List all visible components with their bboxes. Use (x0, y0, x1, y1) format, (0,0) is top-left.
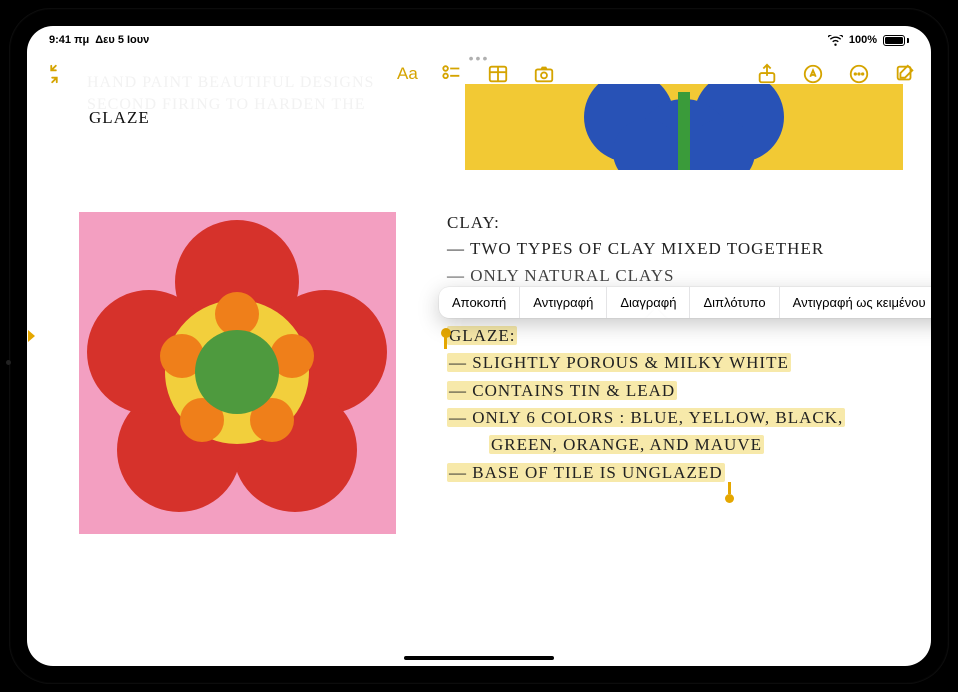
glaze-notes-selected[interactable]: GLAZE: — SLIGHTLY POROUS & MILKY WHITE —… (447, 322, 845, 487)
glaze-line: — ONLY 6 COLORS : BLUE, YELLOW, BLACK, (447, 408, 845, 427)
markup-icon[interactable] (801, 62, 825, 86)
clay-line: — TWO TYPES OF CLAY MIXED TOGETHER (447, 236, 824, 262)
wifi-icon (828, 34, 843, 46)
note-canvas[interactable]: HAND PAINT BEAUTIFUL DESIGNS SECOND FIRI… (27, 90, 931, 666)
ctx-copy[interactable]: Αντιγραφή (520, 287, 607, 318)
status-bar: 9:41 πμ Δευ 5 Ιουν 100% (27, 26, 931, 48)
pink-drawing[interactable] (79, 212, 396, 534)
clay-line: — ONLY NATURAL CLAYS (447, 263, 824, 289)
ipad-frame: 9:41 πμ Δευ 5 Ιουν 100% ••• (9, 8, 949, 684)
glaze-line: — BASE OF TILE IS UNGLAZED (447, 463, 725, 482)
clay-notes[interactable]: CLAY: — TWO TYPES OF CLAY MIXED TOGETHER… (447, 210, 824, 289)
battery-icon (883, 35, 909, 46)
selection-start-handle[interactable] (441, 328, 451, 338)
glaze-heading: GLAZE: (447, 326, 517, 345)
ctx-delete[interactable]: Διαγραφή (607, 287, 690, 318)
sidebar-reveal-handle[interactable] (27, 325, 37, 347)
collapse-fullscreen-icon[interactable] (41, 61, 67, 87)
glaze-line: GREEN, ORANGE, AND MAUVE (489, 435, 764, 454)
checklist-icon[interactable] (440, 62, 464, 86)
ctx-copy-as-text[interactable]: Αντιγραφή ως κειμένου (780, 287, 931, 318)
status-time: 9:41 πμ (49, 34, 89, 46)
camera-icon[interactable] (532, 62, 556, 86)
compose-icon[interactable] (893, 62, 917, 86)
context-menu: Αποκοπή Αντιγραφή Διαγραφή Διπλότυπο Αντ… (439, 287, 931, 318)
selection-end-handle[interactable] (725, 494, 734, 503)
glaze-line: — SLIGHTLY POROUS & MILKY WHITE (447, 353, 791, 372)
battery-percent: 100% (849, 34, 877, 46)
window-dots-icon[interactable]: ••• (469, 50, 490, 66)
table-icon[interactable] (486, 62, 510, 86)
home-indicator[interactable] (404, 656, 554, 660)
screen: 9:41 πμ Δευ 5 Ιουν 100% ••• (27, 26, 931, 666)
top-drawing[interactable] (465, 84, 903, 170)
ctx-cut[interactable]: Αποκοπή (439, 287, 520, 318)
status-date: Δευ 5 Ιουν (95, 34, 149, 46)
text-format-icon[interactable]: Aa (397, 62, 418, 86)
ctx-duplicate[interactable]: Διπλότυπο (690, 287, 779, 318)
glaze-top-label: GLAZE (89, 108, 150, 128)
more-icon[interactable] (847, 62, 871, 86)
share-icon[interactable] (755, 62, 779, 86)
clay-heading: CLAY: (447, 210, 824, 236)
side-switch-dot (6, 360, 11, 365)
faded-line: HAND PAINT BEAUTIFUL DESIGNS (87, 72, 374, 94)
glaze-line: — CONTAINS TIN & LEAD (447, 381, 677, 400)
